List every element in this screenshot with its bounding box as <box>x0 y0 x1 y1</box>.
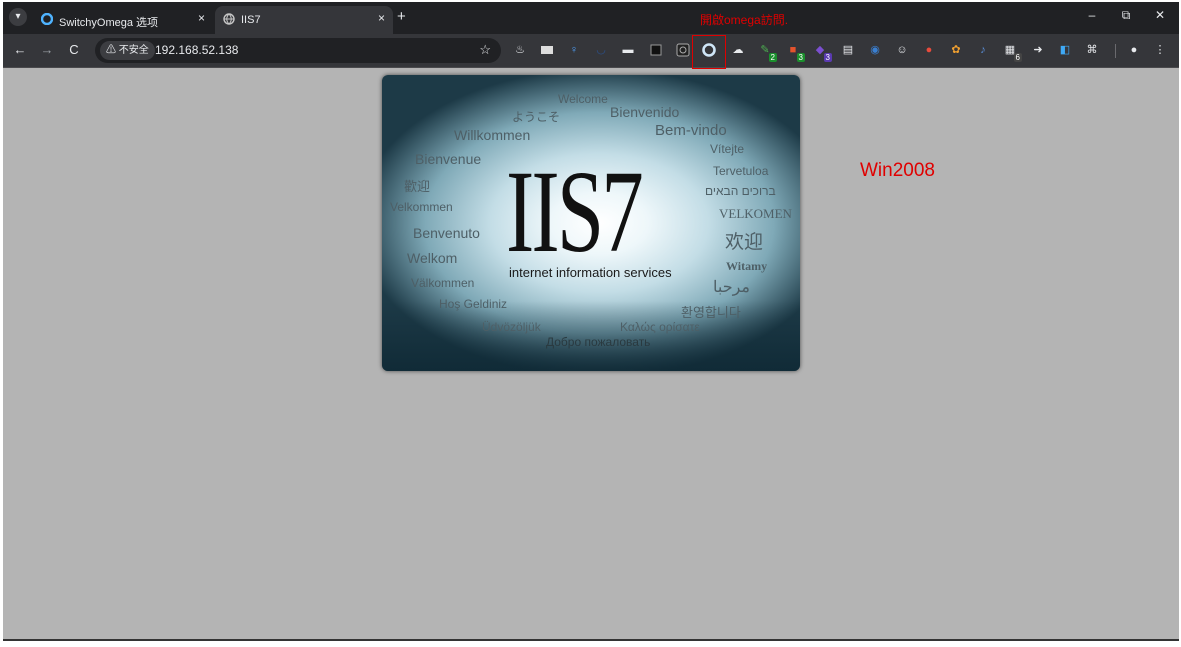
globe-icon <box>223 13 235 25</box>
extension-arrow-icon[interactable]: ➜ <box>1030 42 1046 58</box>
welcome-word: Velkommen <box>390 200 453 214</box>
extension-redball-icon[interactable]: ● <box>921 42 937 58</box>
extension-cookie-icon[interactable]: ☁ <box>730 42 746 58</box>
back-button[interactable]: ← <box>11 42 29 57</box>
profile-avatar-icon[interactable]: ● <box>1126 42 1142 58</box>
extension-badge: 2 <box>768 53 777 62</box>
welcome-word: Welcome <box>558 92 608 106</box>
minimize-button[interactable]: – <box>1078 8 1106 22</box>
close-window-button[interactable]: ✕ <box>1146 8 1174 22</box>
welcome-word: Willkommen <box>454 127 531 143</box>
annotation-callout: 開啟omega訪問. <box>700 13 789 27</box>
welcome-word: Üdvözöljük <box>482 320 541 334</box>
extension-camera-icon[interactable] <box>675 42 691 58</box>
welcome-word: Bienvenido <box>610 104 680 120</box>
extension-eye-icon[interactable]: ◉ <box>867 42 883 58</box>
extension-mask-icon[interactable]: ☺ <box>894 42 910 58</box>
window-bottom-edge <box>3 639 1179 641</box>
extension-qr-icon[interactable]: ▦ 6 <box>1002 42 1022 62</box>
welcome-word: 환영합니다 <box>681 305 741 320</box>
welcome-word: Bienvenue <box>415 151 482 167</box>
extension-orange-icon[interactable]: ✿ <box>948 42 964 58</box>
toolbar-divider <box>1115 44 1116 58</box>
extension-red-icon[interactable]: ■ 3 <box>785 42 805 62</box>
extension-badge: 3 <box>823 53 832 62</box>
extension-car-icon[interactable]: ▬ <box>620 42 636 58</box>
bookmark-star-icon[interactable]: ☆ <box>479 42 491 58</box>
tab-search-button[interactable]: ▾ <box>9 8 27 26</box>
welcome-word: VELKOMEN <box>719 206 792 221</box>
welcome-word: مرحبا <box>713 279 750 296</box>
security-warning-chip[interactable]: ⚠ 不安全 <box>100 41 155 60</box>
welcome-word: 欢迎 <box>725 232 764 253</box>
url-text[interactable]: 192.168.52.138 <box>155 43 238 57</box>
welcome-word: Hoş Geldiniz <box>439 297 508 311</box>
welcome-word: Καλώς ορίσατε <box>620 320 700 334</box>
close-tab-icon[interactable]: × <box>198 11 205 25</box>
welcome-word: Benvenuto <box>413 225 480 241</box>
browser-menu-icon[interactable]: ⋮ <box>1152 42 1168 58</box>
tab-strip: ▾ SwitchyOmega 选项 × IIS7 × + 開啟omega訪問. … <box>3 2 1179 34</box>
extension-badge: 3 <box>796 53 805 62</box>
welcome-word: Welkom <box>407 250 458 266</box>
welcome-word: ברוכים הבאים <box>705 184 776 198</box>
iis7-subtitle: internet information services <box>509 265 672 280</box>
reload-button[interactable]: C <box>65 42 83 57</box>
welcome-word: Vítejte <box>710 142 745 156</box>
extension-blue-icon[interactable]: ◡ <box>593 42 609 58</box>
extensions-puzzle-icon[interactable]: ⌘ <box>1084 42 1100 58</box>
highlight-box <box>692 35 726 69</box>
new-tab-button[interactable]: + <box>397 8 406 25</box>
iis7-welcome-banner: Welcome ようこそ Bienvenido Willkommen Bem-v… <box>382 75 800 371</box>
welcome-word: Witamy <box>726 259 768 273</box>
iis7-title: IIS7 <box>506 146 644 277</box>
tab-iis7[interactable]: IIS7 × <box>215 6 393 34</box>
extension-green-icon[interactable]: ✎ 2 <box>757 42 777 62</box>
welcome-word: 歡迎 <box>404 179 431 194</box>
forward-button[interactable]: → <box>38 42 56 57</box>
tab-switchyomega[interactable]: SwitchyOmega 选项 × <box>33 6 213 34</box>
switchyomega-icon <box>41 13 53 25</box>
extension-cube-icon[interactable]: ◧ <box>1057 42 1073 58</box>
close-tab-icon[interactable]: × <box>378 11 385 25</box>
extension-tag-icon[interactable]: ♪ <box>975 42 991 58</box>
welcome-word: Tervetuloa <box>713 164 769 178</box>
address-bar[interactable]: ⚠ 不安全 192.168.52.138 ☆ <box>95 38 501 63</box>
extension-pdf-icon[interactable]: ▤ <box>840 42 856 58</box>
extension-badge: 6 <box>1013 53 1022 62</box>
welcome-word: ようこそ <box>512 110 561 124</box>
tab-title: IIS7 <box>241 14 261 26</box>
extension-purple-icon[interactable]: ◆ 3 <box>812 42 832 62</box>
welcome-word: Välkommen <box>411 276 475 290</box>
welcome-word: Добро пожаловать <box>546 335 651 349</box>
extension-flask-icon[interactable]: ♨ <box>512 42 528 58</box>
extension-pin-icon[interactable]: ♀ <box>566 42 582 58</box>
restore-button[interactable]: ⧉ <box>1112 8 1140 23</box>
extension-square-icon[interactable] <box>648 42 664 58</box>
os-label: Win2008 <box>860 160 935 181</box>
extension-bar-icon[interactable] <box>539 42 555 58</box>
tab-title: SwitchyOmega 选项 <box>59 17 159 29</box>
welcome-word: Bem-vindo <box>655 122 727 139</box>
